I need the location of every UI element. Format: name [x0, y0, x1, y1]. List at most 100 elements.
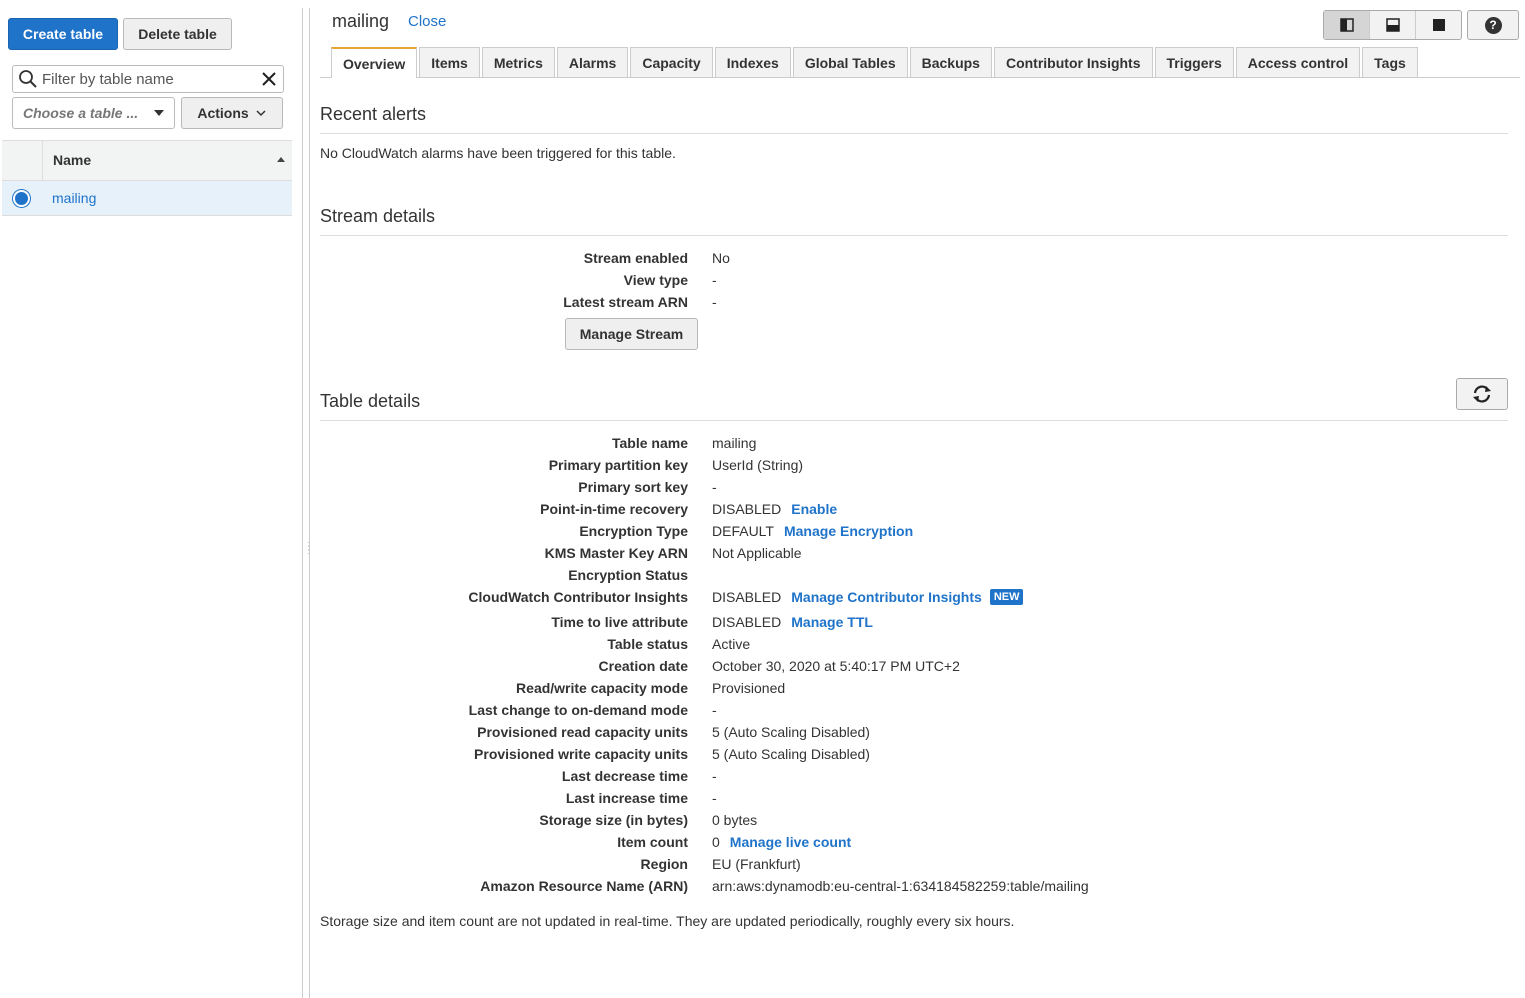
detail-label: CloudWatch Contributor Insights — [468, 589, 688, 605]
detail-label: Creation date — [598, 658, 688, 674]
panel-divider — [302, 8, 303, 998]
actions-label: Actions — [197, 105, 249, 121]
tab-contributor-insights[interactable]: Contributor Insights — [993, 47, 1153, 77]
tab-access-control[interactable]: Access control — [1235, 47, 1361, 77]
detail-value: DISABLED — [712, 614, 782, 630]
detail-label: Provisioned write capacity units — [474, 746, 688, 762]
tab-items[interactable]: Items — [419, 47, 480, 77]
search-icon — [19, 70, 37, 88]
tab-triggers[interactable]: Triggers — [1154, 47, 1234, 77]
filter-input[interactable]: Filter by table name — [12, 65, 284, 93]
detail-value: - — [712, 702, 717, 718]
detail-label: Last increase time — [565, 790, 688, 806]
choose-table-select[interactable]: Choose a table ... — [12, 97, 175, 129]
tab-alarms[interactable]: Alarms — [556, 47, 629, 77]
detail-label: Amazon Resource Name (ARN) — [480, 878, 688, 894]
sort-ascending-icon[interactable] — [277, 157, 285, 162]
caret-down-icon — [154, 110, 164, 116]
choose-table-placeholder: Choose a table ... — [23, 105, 139, 121]
table-name-value: mailing — [712, 435, 756, 451]
table-list-panel: Create table Delete table Filter by tabl… — [0, 0, 300, 998]
table-grid-header: Name — [2, 140, 292, 181]
detail-label: Primary sort key — [578, 479, 688, 495]
full-panel-icon — [1432, 19, 1445, 31]
detail-value: UserId (String) — [712, 457, 804, 473]
kms-key-value: Not Applicable — [712, 545, 802, 561]
recent-alerts-heading: Recent alerts — [320, 104, 427, 124]
tab-global-tables[interactable]: Global Tables — [792, 47, 908, 77]
detail-label: Time to live attribute — [551, 614, 688, 630]
detail-value: DISABLED — [712, 589, 782, 605]
layout-split-horizontal-button[interactable] — [1370, 11, 1416, 39]
table-status-value: Active — [712, 636, 750, 652]
detail-label: Region — [640, 856, 688, 872]
detail-value: 5 (Auto Scaling Disabled) — [712, 724, 870, 740]
encryption-type-value: DEFAULT Manage Encryption — [712, 523, 913, 539]
last-decrease-value: - — [712, 768, 717, 784]
section-divider — [320, 420, 1508, 421]
detail-value: DEFAULT — [712, 523, 774, 539]
table-row[interactable]: mailing — [2, 181, 292, 216]
manage-stream-button[interactable]: Manage Stream — [565, 318, 698, 350]
tab-indexes[interactable]: Indexes — [714, 47, 791, 77]
detail-value: - — [712, 768, 717, 784]
layout-split-vertical-button[interactable] — [1324, 11, 1370, 39]
manage-encryption-link[interactable]: Manage Encryption — [784, 523, 913, 539]
detail-label: Primary partition key — [548, 457, 688, 473]
detail-label: Encryption Status — [568, 567, 688, 583]
tab-tags[interactable]: Tags — [1362, 47, 1418, 77]
delete-table-button[interactable]: Delete table — [123, 18, 232, 50]
stream-enabled-value: No — [712, 250, 730, 266]
detail-value: 0 — [712, 834, 720, 850]
tab-backups[interactable]: Backups — [909, 47, 992, 77]
help-button[interactable]: ? — [1467, 10, 1519, 40]
layout-full-button[interactable] — [1416, 11, 1461, 39]
detail-value: - — [712, 479, 717, 495]
filter-placeholder: Filter by table name — [42, 70, 174, 88]
clear-icon[interactable] — [261, 71, 277, 87]
view-type-value: - — [712, 272, 717, 288]
enable-pitr-link[interactable]: Enable — [791, 501, 837, 517]
refresh-button[interactable] — [1456, 378, 1508, 410]
detail-value: EU (Frankfurt) — [712, 856, 801, 872]
actions-dropdown[interactable]: Actions — [181, 97, 283, 129]
tab-bar: Overview Items Metrics Alarms Capacity I… — [331, 47, 1420, 78]
name-column-header[interactable]: Name — [53, 152, 91, 168]
detail-value: 5 (Auto Scaling Disabled) — [712, 746, 870, 762]
detail-label: Provisioned read capacity units — [477, 724, 688, 740]
detail-label: Storage size (in bytes) — [539, 812, 688, 828]
stream-enabled-label: Stream enabled — [583, 250, 688, 266]
table-row-name-link[interactable]: mailing — [52, 190, 96, 206]
create-table-button[interactable]: Create table — [8, 18, 118, 50]
layout-toggle-group — [1323, 10, 1462, 40]
view-type-label: View type — [623, 272, 688, 288]
help-icon: ? — [1484, 16, 1502, 34]
chevron-down-icon — [256, 110, 266, 117]
detail-label: Item count — [617, 834, 688, 850]
manage-contributor-insights-link[interactable]: Manage Contributor Insights — [791, 589, 982, 605]
split-vertical-icon — [1339, 18, 1354, 32]
on-demand-change-value: - — [712, 702, 717, 718]
contributor-insights-value: DISABLED Manage Contributor Insights NEW — [712, 589, 1024, 605]
region-value: EU (Frankfurt) — [712, 856, 801, 872]
detail-value: Active — [712, 636, 751, 652]
latest-stream-arn-label: Latest stream ARN — [563, 294, 688, 310]
tab-capacity[interactable]: Capacity — [630, 47, 713, 77]
refresh-icon — [1473, 385, 1491, 403]
detail-label: Read/write capacity mode — [516, 680, 688, 696]
ttl-value: DISABLED Manage TTL — [712, 614, 873, 630]
latest-stream-arn-value: - — [712, 294, 717, 310]
detail-value: Not Applicable — [712, 545, 802, 561]
manage-live-count-link[interactable]: Manage live count — [730, 834, 851, 850]
row-radio-selected[interactable] — [13, 190, 30, 207]
detail-label: Table name — [612, 435, 688, 451]
resize-grip-icon[interactable]: ⋮⋮ — [304, 542, 314, 561]
manage-ttl-link[interactable]: Manage TTL — [791, 614, 873, 630]
detail-label: Table status — [607, 636, 688, 652]
item-count-value: 0 Manage live count — [712, 834, 851, 850]
tab-overview[interactable]: Overview — [331, 47, 418, 78]
tab-metrics[interactable]: Metrics — [481, 47, 555, 77]
sort-key-value: - — [712, 479, 717, 495]
detail-label: Point-in-time recovery — [540, 501, 688, 517]
close-link[interactable]: Close — [408, 13, 446, 30]
